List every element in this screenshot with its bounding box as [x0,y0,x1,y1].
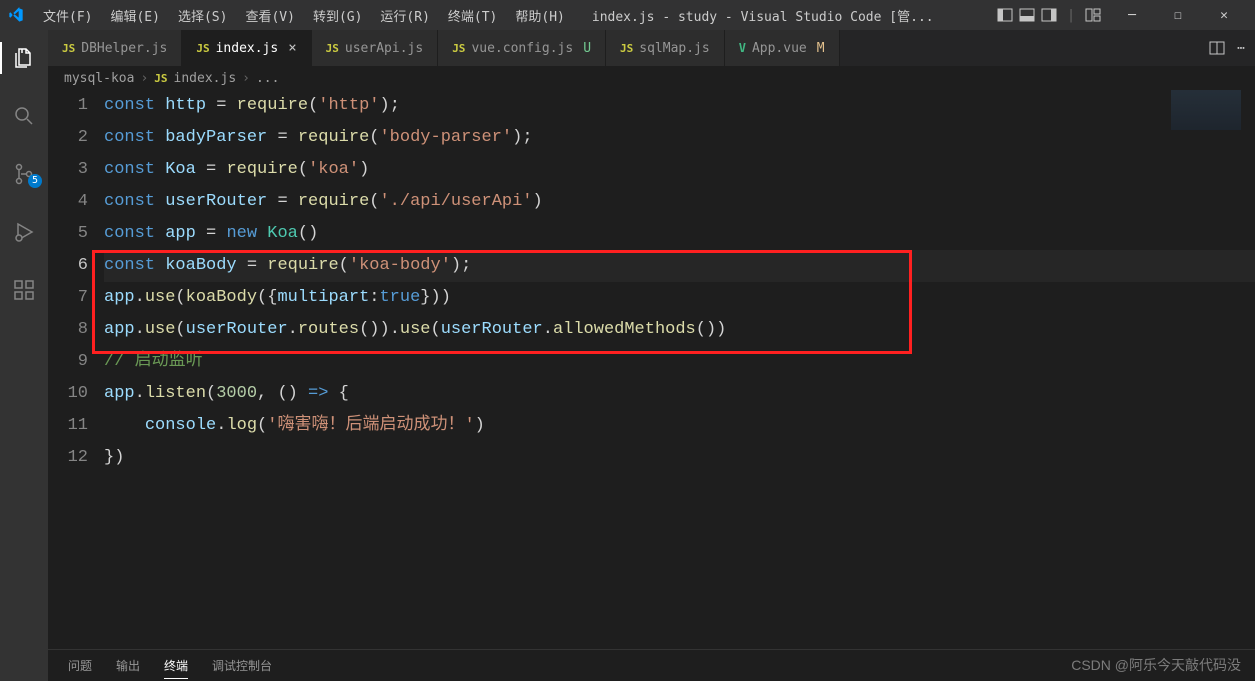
chevron-right-icon: › [242,71,250,86]
layout-sidebar-left-icon[interactable] [997,7,1013,23]
line-numbers: 1 2 3 4 5 6 7 8 9 10 11 12 [48,90,104,649]
js-icon: JS [620,42,633,55]
more-actions-icon[interactable]: ⋯ [1237,41,1245,56]
chevron-right-icon: › [140,71,148,86]
panel-terminal[interactable]: 终端 [164,653,188,679]
panel-debug-console[interactable]: 调试控制台 [212,653,272,678]
editor-area: JS DBHelper.js JS index.js × JS userApi.js J… [48,30,1255,681]
tab-label: DBHelper.js [81,41,167,56]
tab-label: App.vue [752,41,807,56]
tab-label: userApi.js [345,41,423,56]
search-icon [12,104,36,128]
bc-file[interactable]: index.js [174,71,237,86]
breadcrumbs[interactable]: mysql-koa › JS index.js › ... [48,66,1255,90]
extensions-icon [12,278,36,302]
bc-folder[interactable]: mysql-koa [64,71,134,86]
panel-output[interactable]: 输出 [116,653,140,678]
window-minimize-button[interactable]: ─ [1109,0,1155,30]
js-icon: JS [326,42,339,55]
watermark: CSDN @阿乐今天敲代码没 [1071,655,1241,675]
tab-label: index.js [216,41,279,56]
activity-scm[interactable]: 5 [0,154,48,194]
menu-edit[interactable]: 编辑(E) [101,2,168,29]
menu-selection[interactable]: 选择(S) [169,2,236,29]
activity-bar: 5 [0,30,48,681]
menu-view[interactable]: 查看(V) [236,2,303,29]
menu-run[interactable]: 运行(R) [371,2,438,29]
tab-dbhelper[interactable]: JS DBHelper.js [48,30,182,66]
layout-customize-icon[interactable] [1085,7,1101,23]
js-icon: JS [62,42,75,55]
js-icon: JS [452,42,465,55]
activity-search[interactable] [0,96,48,136]
run-debug-icon [12,220,36,244]
window-title: index.js - study - Visual Studio Code [管… [578,6,993,25]
close-icon[interactable]: × [288,40,296,56]
bc-trail[interactable]: ... [256,71,279,86]
menu-file[interactable]: 文件(F) [34,2,101,29]
window-maximize-button[interactable]: ☐ [1155,0,1201,30]
minimap[interactable] [1171,90,1241,130]
files-icon [12,46,36,70]
layout-sidebar-right-icon[interactable] [1041,7,1057,23]
panel-problems[interactable]: 问题 [68,653,92,678]
split-editor-icon[interactable] [1209,40,1225,56]
menu-bar: 文件(F) 编辑(E) 选择(S) 查看(V) 转到(G) 运行(R) 终端(T… [34,2,574,29]
activity-explorer[interactable] [0,38,48,78]
tab-label: sqlMap.js [639,41,709,56]
tab-sqlmap[interactable]: JS sqlMap.js [606,30,725,66]
menu-go[interactable]: 转到(G) [304,2,371,29]
vue-icon: V [739,41,746,55]
scm-badge: 5 [28,174,42,188]
code-editor[interactable]: 1 2 3 4 5 6 7 8 9 10 11 12 const http = … [48,90,1255,649]
js-icon: JS [196,42,209,55]
vscode-icon [8,7,24,23]
code-content[interactable]: const http = require('http'); const bady… [104,90,1255,649]
tab-vueconfig[interactable]: JS vue.config.js U [438,30,606,66]
tab-userapi[interactable]: JS userApi.js [312,30,439,66]
window-close-button[interactable]: ✕ [1201,0,1247,30]
git-status: M [817,41,825,56]
tab-appvue[interactable]: V App.vue M [725,30,840,66]
activity-extensions[interactable] [0,270,48,310]
tab-label: vue.config.js [471,41,573,56]
js-icon: JS [154,72,167,85]
menu-help[interactable]: 帮助(H) [506,2,573,29]
tab-index[interactable]: JS index.js × [182,30,311,66]
title-bar: 文件(F) 编辑(E) 选择(S) 查看(V) 转到(G) 运行(R) 终端(T… [0,0,1255,30]
git-status: U [583,41,591,56]
activity-run[interactable] [0,212,48,252]
layout-panel-icon[interactable] [1019,7,1035,23]
menu-terminal[interactable]: 终端(T) [439,2,506,29]
editor-tabs: JS DBHelper.js JS index.js × JS userApi.js J… [48,30,1255,66]
